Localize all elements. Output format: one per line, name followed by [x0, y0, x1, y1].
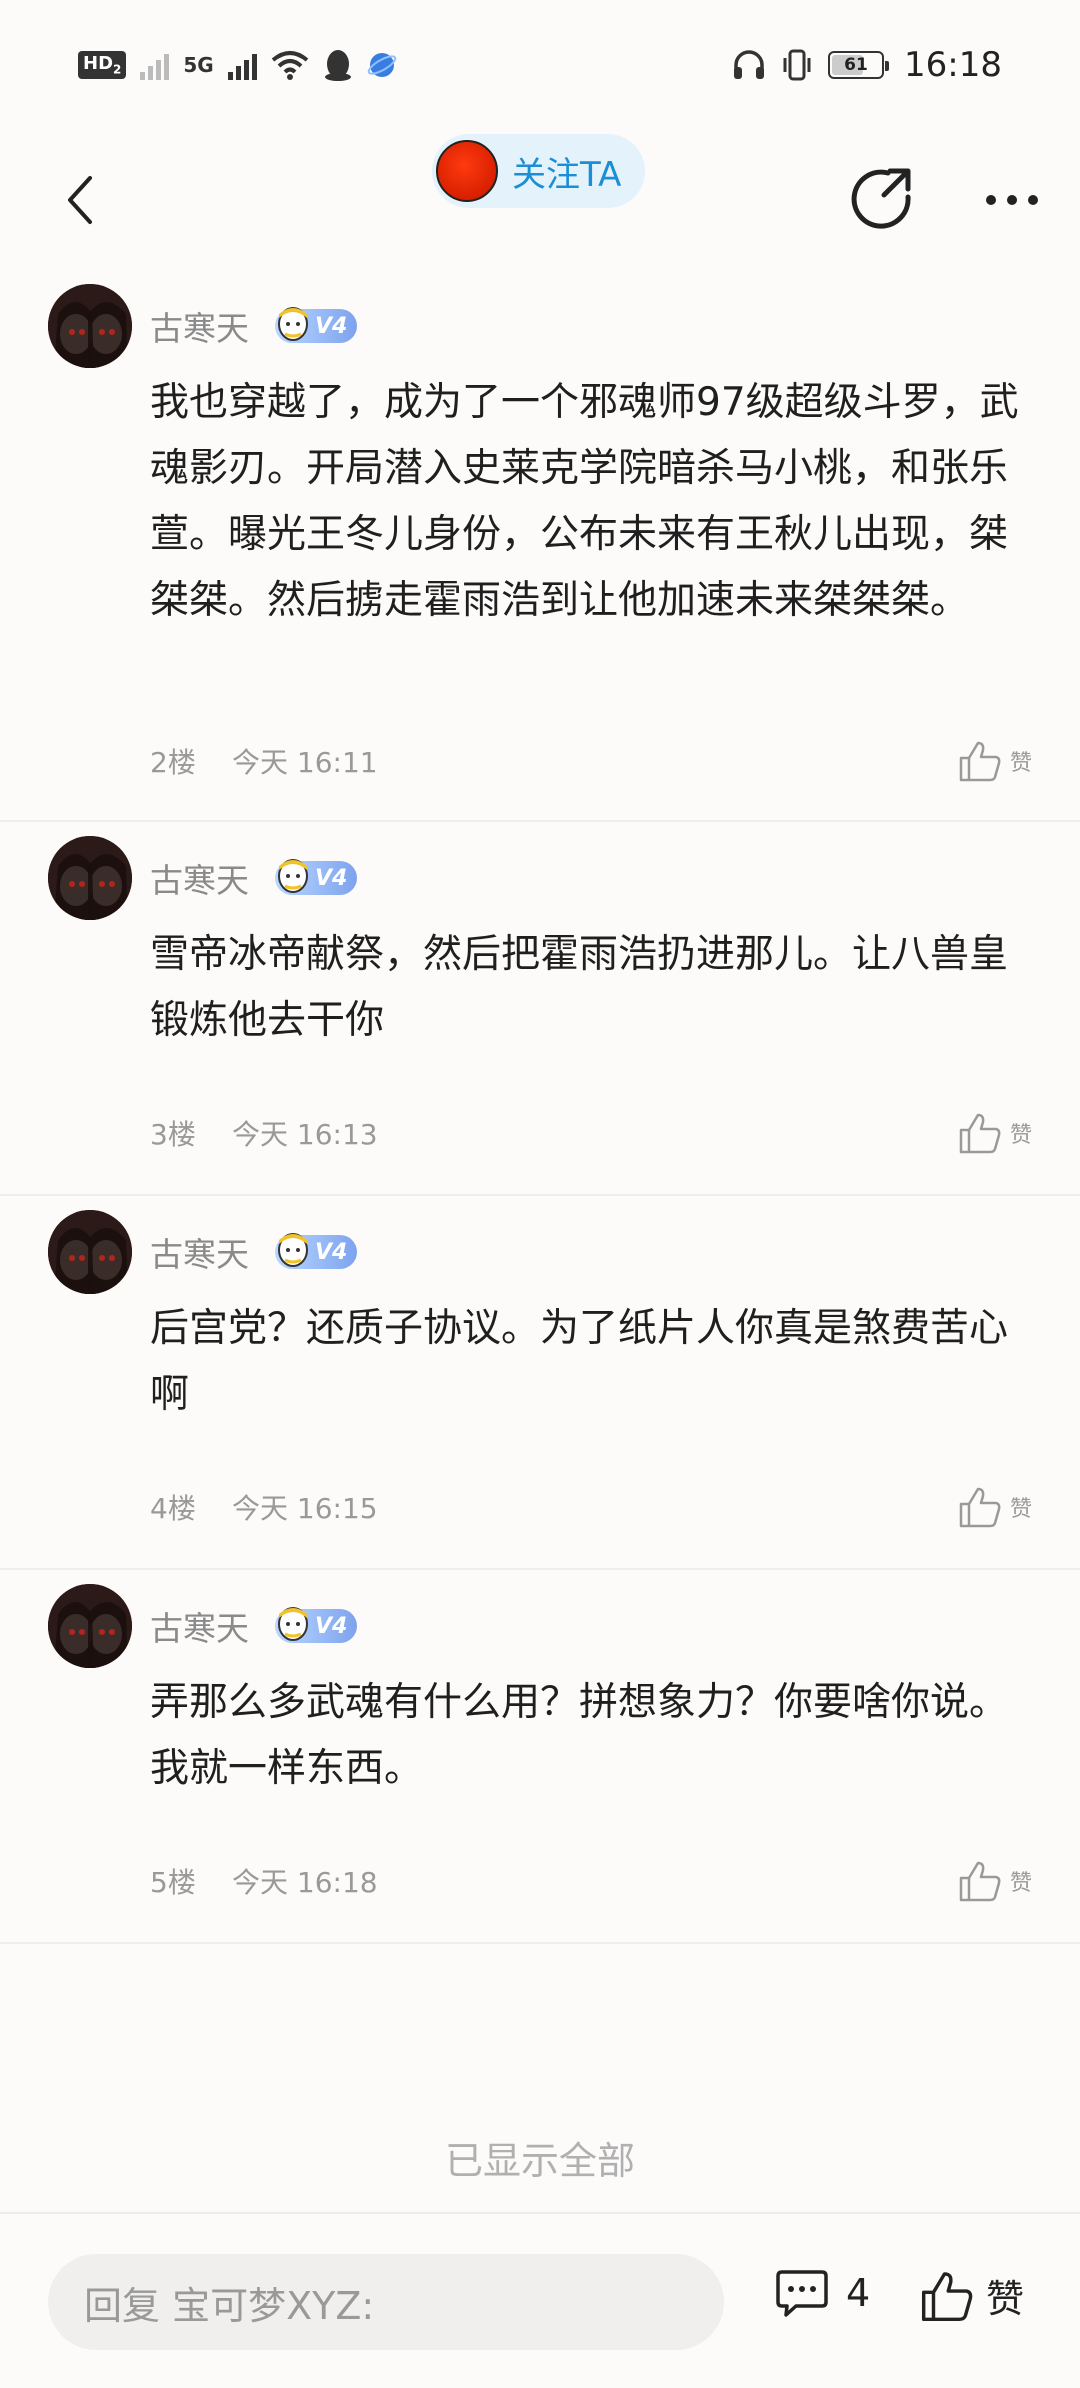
back-arrow-icon: [68, 176, 92, 224]
status-left: HD2 5G: [78, 48, 397, 82]
comment-header: 古寒天 V4: [150, 1210, 1032, 1294]
comment-meta: 5楼 今天 16:18 赞: [150, 1860, 1032, 1902]
reply-placeholder: 回复 宝可梦XYZ:: [84, 2283, 375, 2328]
avatar[interactable]: [48, 1210, 132, 1294]
level-badge: V4: [275, 859, 358, 895]
headphones-icon: [734, 50, 765, 79]
qq-badge-icon: [278, 307, 308, 341]
username[interactable]: 古寒天: [150, 1228, 249, 1276]
comment-time: 今天 16:13: [232, 1118, 378, 1151]
comment-text: 后宫党？还质子协议。为了纸片人你真是煞费苦心啊: [150, 1306, 1009, 1417]
comment-count: 4: [846, 2271, 871, 2315]
comment-header: 古寒天 V4: [150, 284, 1032, 368]
follow-button[interactable]: 关注TA: [432, 134, 646, 208]
avatar[interactable]: [48, 1584, 132, 1668]
comment-text: 我也穿越了，成为了一个邪魂师97级超级斗罗，武魂影刃。开局潜入史莱克学院暗杀马小…: [150, 380, 1019, 623]
avatar[interactable]: [48, 836, 132, 920]
comment-text: 弄那么多武魂有什么用？拼想象力？你要啥你说。我就一样东西。: [150, 1680, 1009, 1791]
comment-meta: 4楼 今天 16:15 赞: [150, 1486, 1032, 1528]
like-button[interactable]: 赞: [958, 1112, 1032, 1154]
avatar-image: [48, 284, 132, 368]
avatar-image: [48, 836, 132, 920]
like-label: 赞: [1009, 1123, 1032, 1148]
signal-sim1-icon: [140, 50, 170, 80]
bottom-bar: 回复 宝可梦XYZ: 4 赞: [0, 2212, 1080, 2388]
signal-sim2-icon: [227, 50, 257, 80]
author-avatar: [436, 140, 498, 202]
comment-time: 今天 16:18: [232, 1866, 378, 1899]
bottom-like-button[interactable]: 赞: [920, 2268, 1024, 2323]
thumbs-up-icon: [959, 741, 1001, 782]
more-button[interactable]: [984, 193, 1040, 207]
comment-list: 古寒天 V4 我也穿越了，成为了一个邪魂师97级超级斗罗，武魂影刃。开局潜入史莱…: [0, 270, 1080, 1944]
level-badge: V4: [275, 1607, 358, 1643]
floor-number: 5楼: [150, 1866, 196, 1899]
comments-button[interactable]: 4: [776, 2268, 870, 2318]
username[interactable]: 古寒天: [150, 302, 249, 350]
hd-sub-label: 2: [113, 62, 122, 77]
level-badge: V4: [275, 1233, 358, 1269]
level-label: V4: [315, 1613, 348, 1639]
comment-meta: 2楼 今天 16:11 赞: [150, 740, 1032, 782]
comment-item: 古寒天 V4 弄那么多武魂有什么用？拼想象力？你要啥你说。我就一样东西。 5楼 …: [0, 1570, 1080, 1944]
battery-indicator: 61: [828, 51, 890, 79]
status-bar: HD2 5G 61 16:18: [0, 0, 1080, 130]
comment-header: 古寒天 V4: [150, 836, 1032, 920]
like-label: 赞: [1009, 1871, 1032, 1896]
battery-level: 61: [844, 55, 868, 75]
back-button[interactable]: [50, 160, 110, 240]
more-dots-icon: [986, 195, 1038, 205]
browser-icon: [367, 53, 396, 77]
thumbs-up-icon: [959, 1861, 1001, 1902]
hd-indicator: HD2: [78, 51, 127, 79]
qq-badge-icon: [278, 1607, 308, 1641]
like-label: 赞: [986, 2277, 1025, 2321]
avatar[interactable]: [48, 284, 132, 368]
refresh-share-icon: [851, 168, 911, 229]
username[interactable]: 古寒天: [150, 854, 249, 902]
comment-time: 今天 16:11: [232, 746, 378, 779]
level-label: V4: [315, 1239, 348, 1265]
like-label: 赞: [1009, 1497, 1032, 1522]
qq-penguin-icon: [324, 50, 351, 81]
comment-text: 雪帝冰帝献祭，然后把霍雨浩扔进那儿。让八兽皇锻炼他去干你: [150, 932, 1009, 1043]
floor-number: 3楼: [150, 1118, 196, 1151]
level-label: V4: [315, 865, 348, 891]
qq-badge-icon: [278, 859, 308, 893]
network-type: 5G: [183, 53, 214, 77]
like-button[interactable]: 赞: [958, 1486, 1032, 1528]
like-label: 赞: [1009, 751, 1032, 776]
comment-item: 古寒天 V4 雪帝冰帝献祭，然后把霍雨浩扔进那儿。让八兽皇锻炼他去干你 3楼 今…: [0, 822, 1080, 1196]
like-button[interactable]: 赞: [958, 740, 1032, 782]
level-label: V4: [315, 313, 348, 339]
comment-header: 古寒天 V4: [150, 1584, 1032, 1668]
level-badge: V4: [275, 307, 358, 343]
vibrate-icon: [783, 49, 811, 81]
thumbs-up-icon: [959, 1487, 1001, 1528]
clock: 16:18: [904, 45, 1002, 85]
nav-actions: [848, 167, 1040, 233]
floor-number: 4楼: [150, 1492, 196, 1525]
hd-label: HD: [83, 53, 114, 75]
share-button[interactable]: [848, 167, 914, 233]
comment-time: 今天 16:15: [232, 1492, 378, 1525]
thumbs-up-icon: [921, 2271, 973, 2321]
comment-bubble-icon: [776, 2270, 828, 2317]
comment-item: 古寒天 V4 我也穿越了，成为了一个邪魂师97级超级斗罗，武魂影刃。开局潜入史莱…: [0, 270, 1080, 822]
thumbs-up-icon: [959, 1113, 1001, 1154]
avatar-image: [48, 1584, 132, 1668]
status-right: 61 16:18: [732, 45, 1002, 85]
avatar-image: [48, 1210, 132, 1294]
follow-label: 关注TA: [512, 154, 622, 195]
comment-meta: 3楼 今天 16:13 赞: [150, 1112, 1032, 1154]
qq-badge-icon: [278, 1233, 308, 1267]
top-nav: 关注TA: [0, 130, 1080, 270]
end-of-list-note: 已显示全部: [444, 2139, 635, 2183]
wifi-icon: [271, 51, 308, 80]
username[interactable]: 古寒天: [150, 1602, 249, 1650]
floor-number: 2楼: [150, 746, 196, 779]
reply-input[interactable]: 回复 宝可梦XYZ:: [48, 2254, 724, 2350]
comment-item: 古寒天 V4 后宫党？还质子协议。为了纸片人你真是煞费苦心啊 4楼 今天 16:…: [0, 1196, 1080, 1570]
like-button[interactable]: 赞: [958, 1860, 1032, 1902]
